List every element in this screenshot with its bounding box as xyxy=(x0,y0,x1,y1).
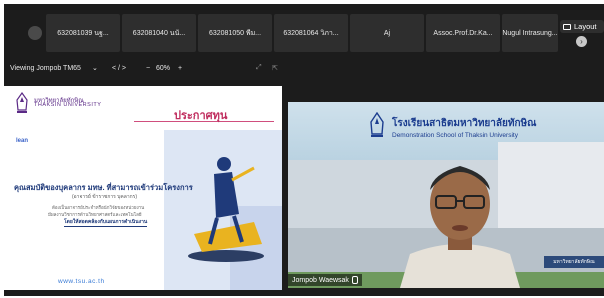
page-indicator: < / > xyxy=(112,64,127,72)
slide-url: www.tsu.ac.th xyxy=(58,278,105,285)
layout-button[interactable]: Layout xyxy=(560,20,604,33)
participant-name: Aj xyxy=(383,29,391,37)
school-name-th: โรงเรียนสาธิตมหาวิทยาลัยทักษิณ xyxy=(392,118,537,129)
view-options-chevron-icon[interactable]: ⌄ xyxy=(92,64,98,72)
small-logo: lean xyxy=(16,138,29,144)
participant-tile[interactable]: Assoc.Prof.Dr.Ka... xyxy=(426,14,500,52)
participant-tile[interactable]: 632081039 นฐ... xyxy=(46,14,120,52)
zoom-in-button[interactable]: + xyxy=(178,65,182,72)
pop-out-icon[interactable]: ⇱ xyxy=(272,64,278,72)
strip-next-button[interactable]: › xyxy=(576,36,587,47)
participant-name: 632081040 นนั... xyxy=(132,29,186,37)
participant-tile[interactable]: 632081050 พีม... xyxy=(198,14,272,52)
zoom-level: 60% xyxy=(156,64,171,72)
meeting-window: 632081039 นฐ... 632081040 นนั... 6320810… xyxy=(4,4,604,296)
layout-icon xyxy=(563,23,571,30)
slide-text: มีผลงานวิชาการด้านวิทยาศาสตร์และเทคโนโลย… xyxy=(48,212,142,217)
fit-screen-icon[interactable]: ⤢ xyxy=(256,64,262,72)
participant-tile[interactable]: 632081040 นนั... xyxy=(122,14,196,52)
participant-name: 632081039 นฐ... xyxy=(57,29,109,37)
slide-text-highlight: โดยให้สอดคล้องกับแผนการดำเนินงาน xyxy=(64,219,148,227)
participant-tile[interactable]: 632081064 วิภา... xyxy=(274,14,348,52)
slide-text: ต้องเป็นอาจารย์ประจำหรือนักวิจัยของหน่วย… xyxy=(52,205,145,210)
school-name-en: Demonstration School of Thaksin Universi… xyxy=(392,132,518,139)
speaker-name: Jompob Waewsak xyxy=(292,276,349,284)
participant-strip: 632081039 นฐ... 632081040 นนั... 6320810… xyxy=(4,4,604,56)
participant-name: 632081064 วิภา... xyxy=(283,29,339,37)
layout-label: Layout xyxy=(574,22,597,31)
university-name-en: THAKSIN UNIVERSITY xyxy=(34,102,102,108)
thaksin-logo-icon xyxy=(16,92,28,113)
participant-name: 632081050 พีม... xyxy=(208,29,262,37)
participant-name: Assoc.Prof.Dr.Ka... xyxy=(433,29,493,37)
illustration-icon xyxy=(188,157,264,262)
viewing-label: Viewing Jompob TM65 xyxy=(10,64,81,72)
slide-text: (อาจารย์ ข้าราชการ บุคลากร) xyxy=(72,194,138,200)
participant-tile[interactable]: Nugul Intrasung... xyxy=(502,14,558,52)
zoom-out-button[interactable]: − xyxy=(146,65,150,72)
mic-icon xyxy=(351,276,358,284)
speaker-name-label: Jompob Waewsak xyxy=(288,274,362,286)
viewing-bar: Viewing Jompob TM65 ⌄ < / > − 60% + ⤢ ⇱ xyxy=(4,60,304,76)
school-logo-icon xyxy=(370,112,384,137)
strip-prev-button[interactable] xyxy=(28,26,42,40)
participant-name: Nugul Intrasung... xyxy=(502,29,558,37)
speaker-avatar xyxy=(400,166,520,288)
speaker-video[interactable]: โรงเรียนสาธิตมหาวิทยาลัยทักษิณ Demonstra… xyxy=(288,102,604,288)
slide-headline: ประกาศทุน xyxy=(174,110,228,122)
building-sign: มหาวิทยาลัยทักษิณ xyxy=(544,256,604,268)
participant-tile[interactable]: Aj xyxy=(350,14,424,52)
chevron-right-icon: › xyxy=(580,37,583,46)
shared-screen: มหาวิทยาลัยทักษิณ THAKSIN UNIVERSITY ประ… xyxy=(4,86,282,290)
